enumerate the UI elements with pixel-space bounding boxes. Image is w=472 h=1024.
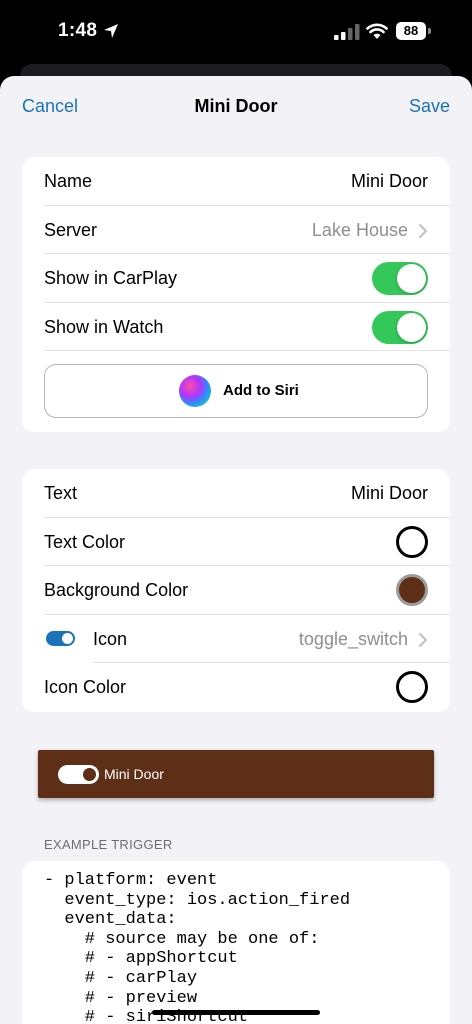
text-color-row[interactable]: Text Color: [22, 518, 450, 566]
background-color-row[interactable]: Background Color: [22, 566, 450, 615]
nav-bar: Cancel Mini Door Save: [0, 76, 472, 138]
text-color-label: Text Color: [44, 531, 126, 552]
toggle-knob: [62, 632, 73, 644]
toggle-switch-icon: [58, 765, 99, 784]
text-field[interactable]: Mini Door: [351, 483, 428, 504]
battery-indicator: 88: [396, 22, 426, 40]
appearance-section: Text Mini Door Text Color Background Col…: [22, 469, 450, 712]
status-bar: 1:48 88: [0, 0, 472, 62]
server-label: Server: [44, 219, 98, 240]
toggle-knob: [397, 312, 426, 342]
carplay-label: Show in CarPlay: [44, 268, 178, 288]
add-to-siri-label: Add to Siri: [223, 382, 299, 399]
server-row[interactable]: Server Lake House: [22, 206, 450, 254]
action-preview[interactable]: Mini Door: [38, 750, 434, 798]
toggle-knob: [397, 264, 426, 293]
icon-color-row[interactable]: Icon Color: [22, 663, 450, 712]
name-row[interactable]: Name Mini Door: [22, 157, 450, 206]
text-color-swatch[interactable]: [396, 525, 428, 558]
toggle-knob: [83, 768, 96, 781]
watch-row: Show in Watch: [22, 303, 450, 351]
icon-color-label: Icon Color: [44, 677, 127, 697]
carplay-row: Show in CarPlay: [22, 254, 450, 303]
icon-row[interactable]: Icon toggle_switch: [22, 615, 450, 663]
cancel-button[interactable]: Cancel: [22, 96, 78, 117]
example-trigger-card: - platform: event event_type: ios.action…: [22, 861, 450, 1024]
background-color-label: Background Color: [44, 580, 189, 600]
icon-label: Icon: [93, 628, 128, 649]
name-label: Name: [44, 171, 93, 191]
watch-label: Show in Watch: [44, 316, 164, 337]
chevron-right-icon: [418, 632, 428, 647]
siri-icon: [179, 375, 211, 407]
icon-value: toggle_switch: [298, 628, 408, 649]
carplay-toggle[interactable]: [372, 262, 428, 295]
text-row[interactable]: Text Mini Door: [22, 469, 450, 518]
background-color-swatch[interactable]: [396, 574, 428, 606]
battery-tip: [428, 28, 431, 34]
icon-color-swatch[interactable]: [396, 671, 428, 703]
edit-action-sheet: Cancel Mini Door Save Name Mini Door Ser…: [0, 76, 472, 1024]
cellular-signal-icon: [334, 24, 360, 40]
chevron-right-icon: [418, 223, 428, 238]
server-value: Lake House: [311, 219, 408, 240]
general-section: Name Mini Door Server Lake House Show in…: [22, 157, 450, 432]
save-button[interactable]: Save: [409, 96, 450, 117]
text-label: Text: [44, 483, 78, 503]
status-time: 1:48: [58, 20, 98, 41]
example-trigger-code: - platform: event event_type: ios.action…: [44, 871, 351, 1024]
toggle-switch-icon: [46, 630, 75, 646]
name-field[interactable]: Mini Door: [351, 171, 428, 192]
location-arrow-icon: [104, 24, 118, 38]
siri-row: Add to Siri: [22, 351, 450, 432]
home-indicator: [152, 1010, 320, 1015]
wifi-icon: [366, 23, 388, 39]
example-trigger-header: EXAMPLE TRIGGER: [44, 837, 173, 852]
preview-label: Mini Door: [104, 766, 164, 782]
add-to-siri-button[interactable]: Add to Siri: [44, 364, 428, 418]
watch-toggle[interactable]: [372, 310, 428, 344]
